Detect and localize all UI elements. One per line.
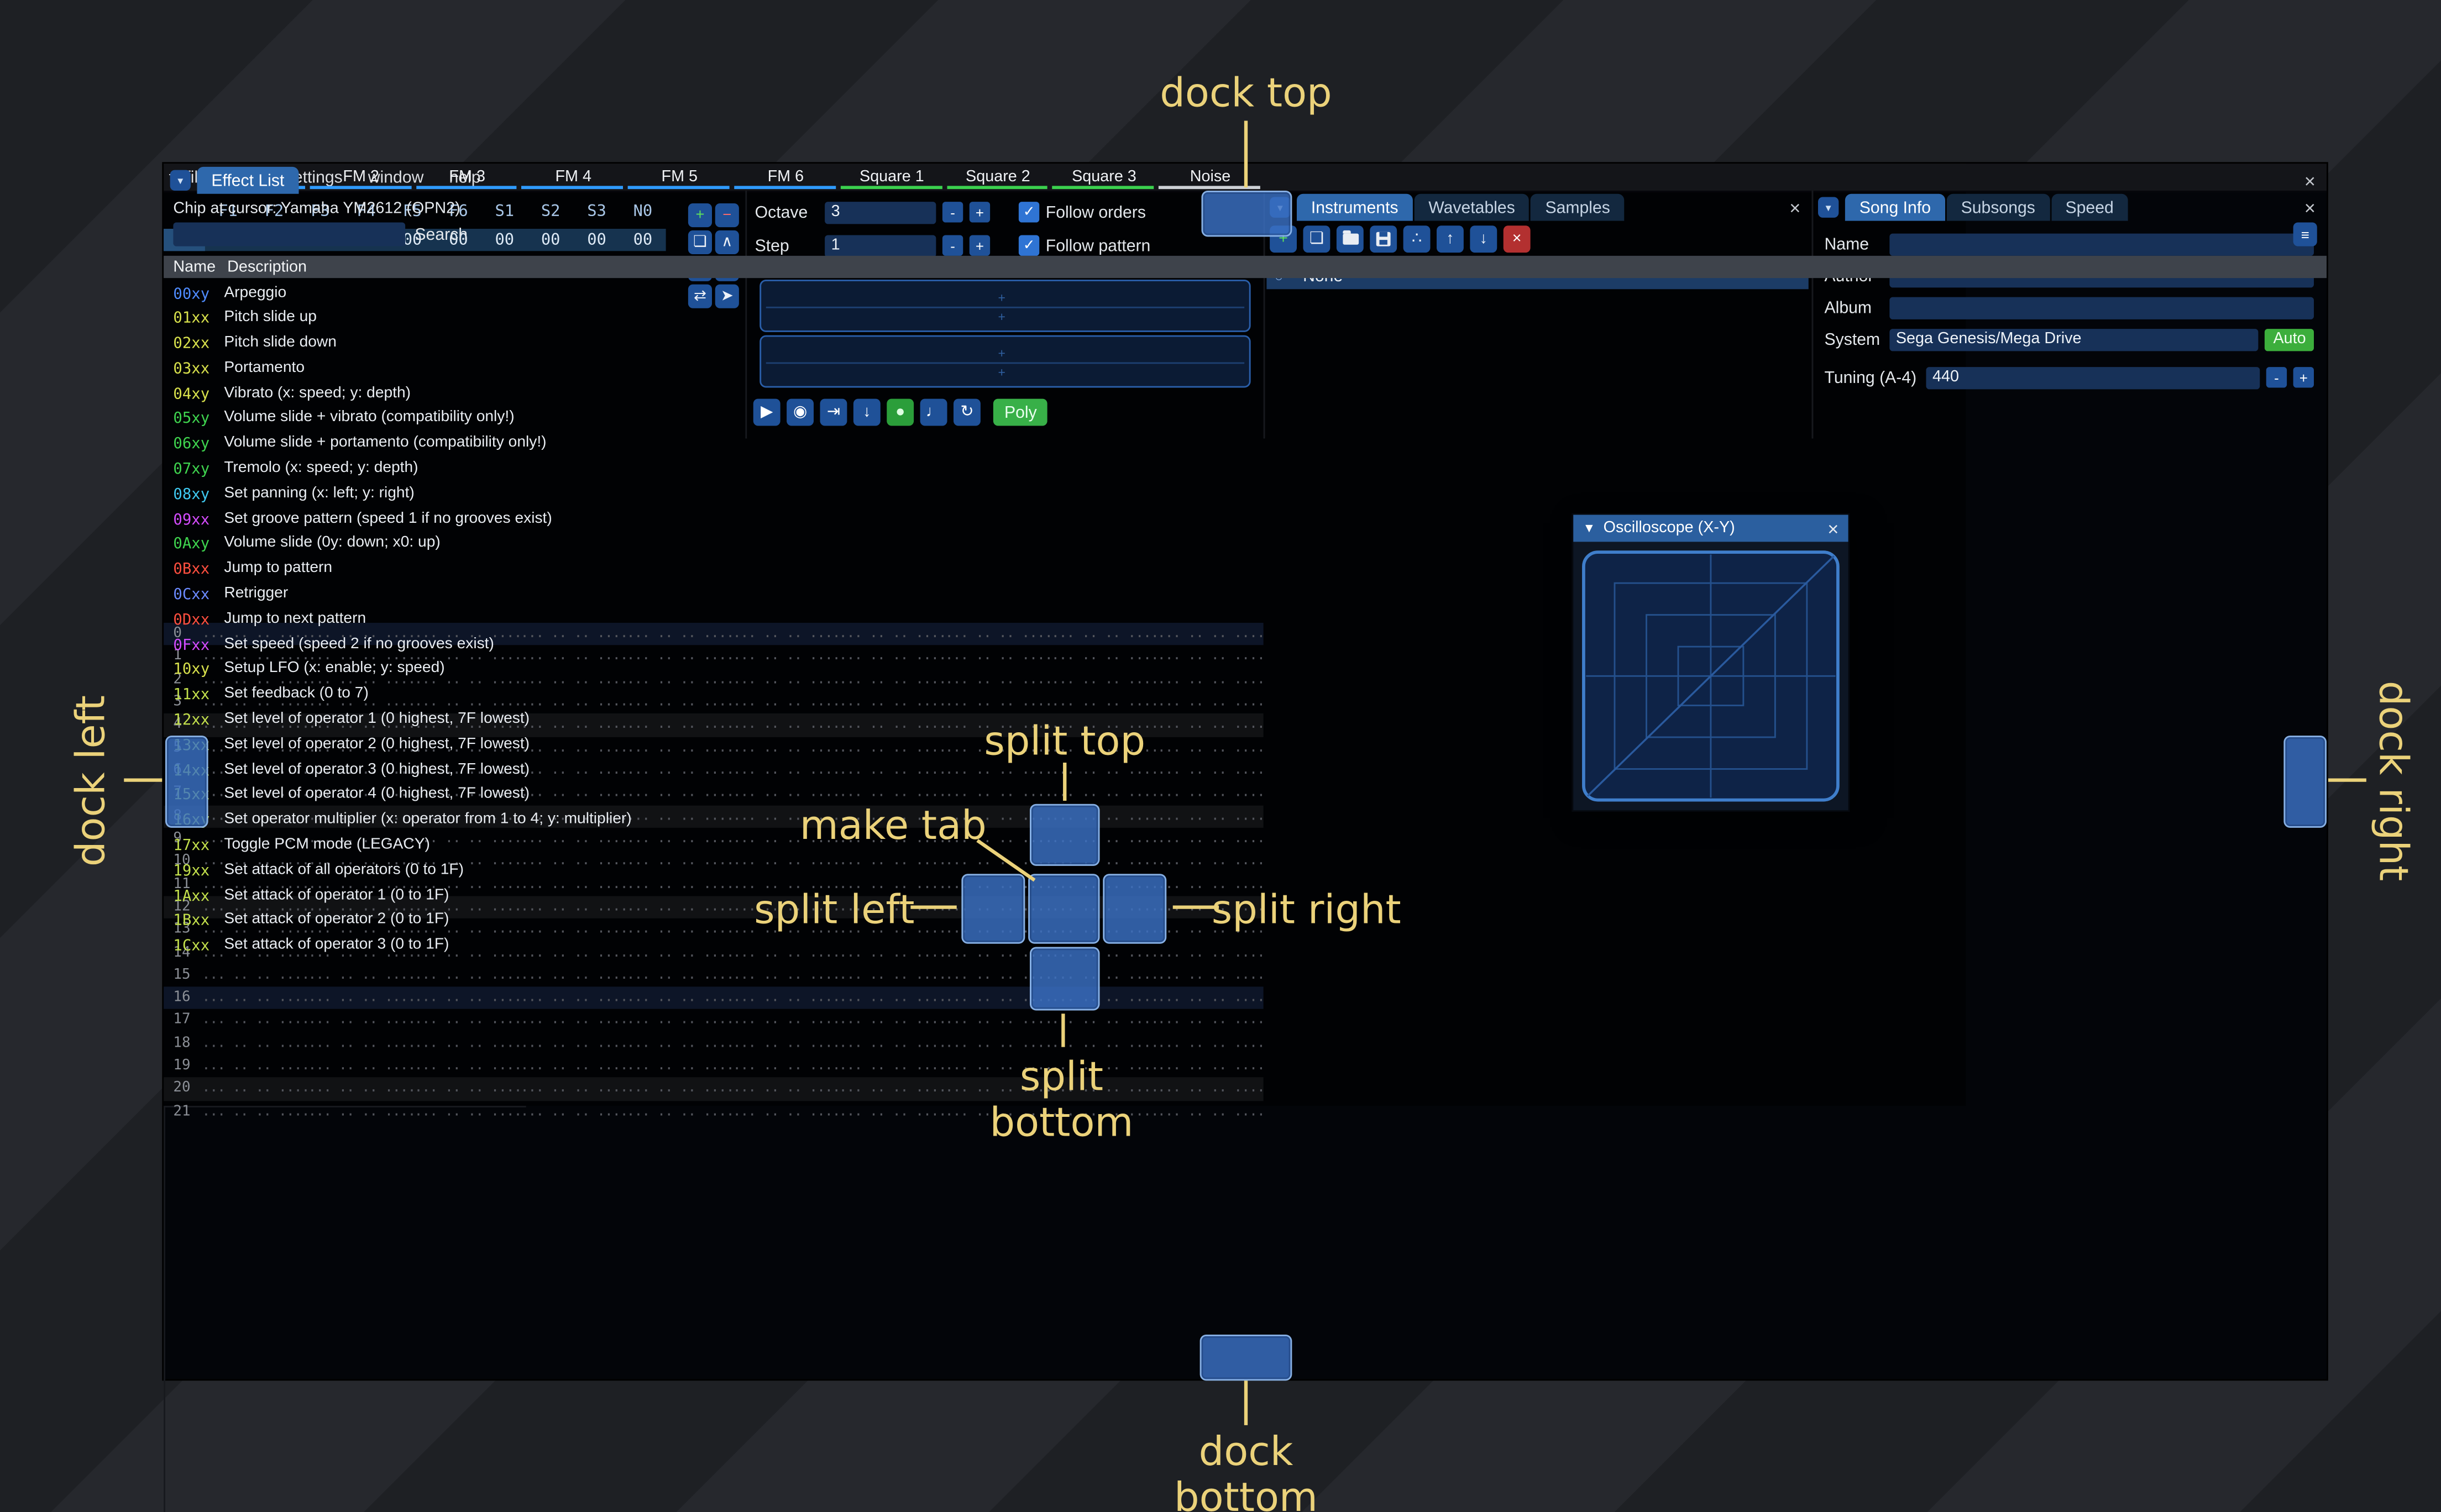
label-dock-bottom: dock bottom — [1174, 1428, 1318, 1512]
orders-col-s1: S1 — [495, 203, 515, 221]
octave-label: Octave — [755, 202, 808, 222]
song-tab-subsongs[interactable]: Subsongs — [1946, 193, 2050, 221]
octave-input[interactable] — [825, 201, 936, 223]
oscilloscope-title: Oscilloscope (X-Y) — [1603, 519, 1735, 537]
furnace-window: fileeditsettingswindowhelp F1F2F3F4F5F6S… — [164, 164, 2327, 1512]
xy-grid — [1582, 550, 1840, 802]
song-tab-speed[interactable]: Speed — [2051, 193, 2128, 221]
label-dock-top: dock top — [1160, 70, 1332, 116]
follow-orders-label: Follow orders — [1045, 202, 1146, 222]
desktop-background: fileeditsettingswindowhelp F1F2F3F4F5F6S… — [0, 0, 2441, 1512]
octave-increase-button[interactable]: + — [969, 202, 991, 223]
dock-target-bottom[interactable] — [1199, 1335, 1292, 1381]
orders-col-s3: S3 — [587, 203, 606, 221]
asset-close-button[interactable]: × — [1789, 198, 1800, 218]
song-tab-song-info[interactable]: Song Info — [1845, 193, 1945, 221]
asset-tab-samples[interactable]: Samples — [1531, 193, 1625, 221]
orders-col-n0: N0 — [633, 203, 653, 221]
oscilloscope-display — [1581, 550, 1841, 802]
effect-list-panel: ▾ Effect List × Chip at cursor: Yamaha YM2… — [164, 166, 2327, 1512]
oscilloscope-title-bar[interactable]: ▼ Oscilloscope (X-Y) × — [1573, 514, 1848, 542]
song-close-button[interactable]: × — [2304, 198, 2316, 218]
label-dock-right: dock right — [2370, 680, 2417, 881]
oscilloscope-xy-window: ▼ Oscilloscope (X-Y) × — [1573, 514, 1848, 811]
dock-target-top[interactable] — [1201, 191, 1292, 237]
song-tab-list-button[interactable]: ▾ — [1818, 197, 1839, 218]
make-tab-target[interactable] — [1028, 874, 1100, 944]
dock-target-right[interactable] — [2283, 736, 2327, 828]
split-target-right[interactable] — [1103, 874, 1167, 944]
split-target-bottom[interactable] — [1030, 947, 1100, 1011]
octave-decrease-button[interactable]: - — [942, 202, 963, 223]
octave-row: Octave - + ✓ Follow orders — [755, 200, 1146, 224]
label-dock-left: dock left — [67, 695, 114, 867]
check-icon: ✓ — [1023, 203, 1035, 219]
asset-tab-wavetables[interactable]: Wavetables — [1414, 193, 1529, 221]
split-target-left[interactable] — [961, 874, 1025, 944]
follow-orders-checkbox[interactable]: ✓ — [1018, 202, 1040, 223]
split-target-top[interactable] — [1030, 804, 1100, 866]
orders-col-s2: S2 — [541, 203, 561, 221]
effect-table-body: 00xy Arpeggio 01xx Pitch slide up 02xx Pitch … — [173, 284, 632, 956]
asset-tab-bar: ▾InstrumentsWavetablesSamples× — [1264, 192, 1812, 221]
oscilloscope-close-button[interactable]: × — [1827, 519, 1838, 538]
asset-tab-instruments[interactable]: Instruments — [1297, 193, 1413, 221]
song-info-tab-bar: ▾ Song Info Subsongs Speed × — [1812, 192, 2327, 221]
collapse-icon[interactable]: ▼ — [1583, 521, 1596, 536]
dock-target-left[interactable] — [165, 736, 208, 828]
